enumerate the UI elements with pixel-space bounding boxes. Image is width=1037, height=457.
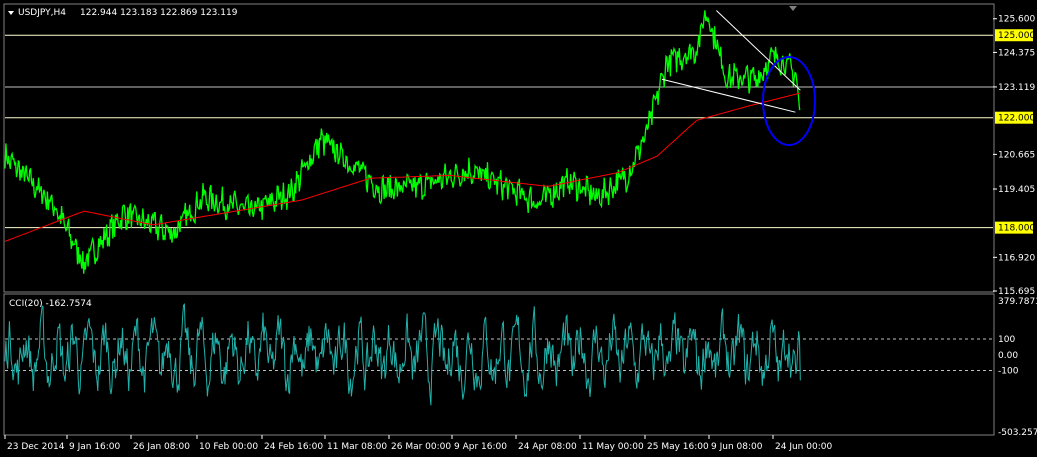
price-tick-label: 116.920 [998, 253, 1035, 263]
time-tick-label: 9 Apr 16:00 [454, 442, 507, 452]
time-tick-label: 26 Jan 08:00 [133, 442, 190, 452]
time-tick-label: 23 Dec 2014 [7, 442, 65, 452]
price-series-line [4, 10, 801, 274]
ohlc-values: 122.944 123.183 122.869 123.119 [80, 8, 238, 18]
chart-container[interactable]: 125.600 124.375 123.119 120.665 119.405 116.9… [0, 0, 1037, 457]
time-tick-label: 11 Mar 08:00 [327, 442, 387, 452]
trend-line[interactable] [661, 78, 796, 113]
time-tick-label: 25 May 16:00 [647, 442, 709, 452]
trading-chart[interactable]: 125.600 124.375 123.119 120.665 119.405 116.9… [0, 0, 1037, 457]
time-tick-label: 9 Jan 16:00 [69, 442, 121, 452]
cci-series-line [4, 303, 801, 406]
price-panel-frame [3, 3, 995, 293]
time-tick-label: 9 Jun 08:00 [711, 442, 763, 452]
level-label: 118.000 [998, 224, 1035, 234]
time-tick-label: 24 Feb 16:00 [264, 442, 323, 452]
time-tick-label: 11 May 00:00 [582, 442, 644, 452]
cci-tick-label: -503.2579 [998, 428, 1037, 438]
cci-tick-label: 0.00 [998, 351, 1018, 361]
price-tick-label: 120.665 [998, 150, 1035, 160]
cci-tick-label: -100 [998, 367, 1019, 377]
time-tick-label: 26 Mar 00:00 [391, 442, 451, 452]
level-label: 125.000 [998, 31, 1035, 41]
price-tick-label: 124.375 [998, 48, 1035, 58]
cci-panel-frame [3, 293, 995, 436]
cci-tick-label: 100 [998, 335, 1015, 345]
cci-tick-label: 379.7873 [998, 297, 1037, 307]
time-tick-label: 24 Apr 08:00 [518, 442, 577, 452]
price-tick-label: 125.600 [998, 15, 1035, 25]
cci-title: CCI(20) -162.7574 [9, 299, 92, 309]
time-tick-label: 10 Feb 00:00 [199, 442, 258, 452]
price-tick-label: 115.695 [998, 287, 1035, 297]
chart-shift-marker-icon[interactable] [789, 6, 797, 11]
moving-average-line [4, 92, 801, 242]
collapse-triangle-icon[interactable] [8, 11, 14, 15]
price-tick-label: 119.405 [998, 185, 1035, 195]
time-tick-label: 24 Jun 00:00 [775, 442, 832, 452]
price-tick-label: 123.119 [998, 83, 1035, 93]
level-label: 122.000 [998, 114, 1035, 124]
highlight-ellipse [762, 56, 816, 146]
symbol-title: USDJPY,H4 [18, 8, 66, 18]
